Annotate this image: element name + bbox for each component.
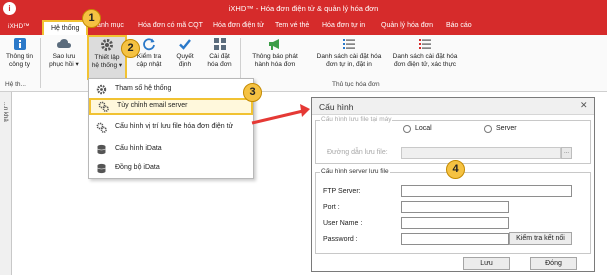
menu-item-label: Tham số hệ thống [115, 85, 172, 92]
system-setup-button[interactable]: Thiết lập hệ thống ▾ [87, 35, 127, 80]
tab-quan-ly-hoa-don[interactable]: Quản lý hóa đơn [381, 22, 433, 29]
menu-item-label: Cấu hình vị trí lưu file hóa đơn điện tử [115, 123, 234, 130]
username-label: User Name : [323, 220, 363, 227]
menu-item-label: Cấu hình iData [115, 145, 162, 152]
username-input[interactable] [401, 217, 509, 229]
side-strip-label: ...n khả [2, 102, 8, 122]
port-input[interactable] [401, 201, 509, 213]
config-dialog: Cấu hình ✕ Cấu hình lưu file tại máy Loc… [311, 97, 595, 272]
list-check-icon [388, 37, 462, 51]
test-connection-button[interactable]: Kiểm tra kết nối [509, 232, 572, 245]
port-label: Port : [323, 204, 340, 211]
tab-bao-cao[interactable]: Báo cáo [446, 22, 472, 29]
decision-button[interactable]: Quyết định [171, 37, 199, 69]
side-strip[interactable]: ...n khả [0, 92, 12, 275]
backup-restore-button[interactable]: Sao lưu phục hồi ▾ [45, 37, 83, 69]
step-badge-3: 3 [243, 83, 262, 102]
password-label: Password : [323, 236, 358, 243]
tab-hoa-don-tu-in[interactable]: Hóa đơn tự in [322, 22, 365, 29]
save-button[interactable]: Lưu [463, 257, 510, 270]
dialog-body: Cấu hình lưu file tại máy Local Server Đ… [312, 114, 594, 271]
group-label-system: Hệ th... [5, 81, 26, 88]
cloud-icon [45, 37, 83, 51]
ribbon-divider [40, 38, 41, 88]
browse-button[interactable]: ... [561, 147, 572, 159]
group-label-invoice-procedures: Thủ tục hóa đơn [332, 81, 380, 88]
company-info-label: Thông tin công ty [5, 53, 34, 68]
radio-local[interactable] [403, 125, 411, 133]
decision-label: Quyết định [176, 53, 194, 68]
ftp-server-input[interactable] [401, 185, 572, 197]
menu-item-idata-sync[interactable]: Đồng bộ iData [89, 160, 253, 177]
radio-server[interactable] [484, 125, 492, 133]
grid-icon [203, 37, 236, 51]
issue-notice-button[interactable]: Thông báo phát hành hóa đơn [245, 37, 305, 69]
backup-restore-label: Sao lưu phục hồi ▾ [49, 53, 79, 68]
server-storage-section-label: Cấu hình server lưu file [320, 168, 390, 175]
step-badge-1: 1 [82, 9, 101, 28]
menu-item-email-server[interactable]: Tùy chỉnh email server [89, 98, 253, 115]
menu-item-system-parameters[interactable]: Tham số hệ thống [89, 81, 253, 98]
invoice-settings-label: Cài đặt hóa đơn [207, 53, 232, 68]
tab-he-thong[interactable]: Hệ thống [42, 20, 89, 35]
check-icon [171, 37, 199, 51]
menu-item-label: Đồng bộ iData [115, 164, 160, 171]
radio-server-label: Server [496, 125, 517, 132]
step-badge-2: 2 [121, 39, 140, 58]
dialog-title: Cấu hình [319, 102, 354, 112]
tab-tem-ve-the[interactable]: Tem vé thẻ [275, 22, 309, 29]
issue-notice-label: Thông báo phát hành hóa đơn [252, 53, 298, 68]
file-path-label: Đường dẫn lưu file: [327, 149, 388, 156]
step-badge-4: 4 [446, 160, 465, 179]
system-setup-label: Thiết lập hệ thống ▾ [91, 54, 123, 69]
system-setup-dropdown: Tham số hệ thống Tùy chỉnh email server … [88, 78, 254, 179]
close-icon[interactable]: ✕ [580, 100, 588, 111]
menu-item-idata-config[interactable]: Cấu hình iData [89, 141, 253, 158]
settings-icon [96, 84, 107, 95]
database-icon [96, 144, 107, 155]
self-print-list-button[interactable]: Danh sách cài đặt hóa đơn tự in, đặt in [316, 37, 382, 69]
password-input[interactable] [401, 233, 509, 245]
e-invoice-list-button[interactable]: Danh sách cài đặt hóa đơn điện tử, xác t… [388, 37, 462, 69]
ftp-server-label: FTP Server: [323, 188, 361, 195]
invoice-settings-button[interactable]: Cài đặt hóa đơn [203, 37, 236, 69]
gears-icon [98, 101, 109, 112]
database-icon [96, 163, 107, 174]
self-print-list-label: Danh sách cài đặt hóa đơn tự in, đặt in [316, 53, 382, 68]
e-invoice-list-label: Danh sách cài đặt hóa đơn điện tử, xác t… [392, 53, 458, 68]
tab-hoa-don-dien-tu[interactable]: Hóa đơn điện tử [213, 22, 264, 29]
megaphone-icon [245, 37, 305, 51]
company-info-button[interactable]: Thông tin công ty [3, 37, 36, 69]
list-icon [316, 37, 382, 51]
close-button[interactable]: Đóng [530, 257, 577, 270]
gears-icon [96, 122, 107, 133]
local-storage-section-label: Cấu hình lưu file tại máy [320, 116, 393, 123]
menu-item-file-storage-config[interactable]: Cấu hình vị trí lưu file hóa đơn điện tử [89, 119, 253, 136]
menu-prefix: iXHD™ [8, 23, 30, 30]
gear-icon [89, 38, 125, 52]
info-icon [3, 37, 36, 51]
menu-item-label: Tùy chỉnh email server [117, 102, 188, 109]
tab-hoa-don-co-ma-cqt[interactable]: Hóa đơn có mã CQT [138, 22, 203, 29]
radio-local-label: Local [415, 125, 432, 132]
file-path-input[interactable] [401, 147, 561, 159]
